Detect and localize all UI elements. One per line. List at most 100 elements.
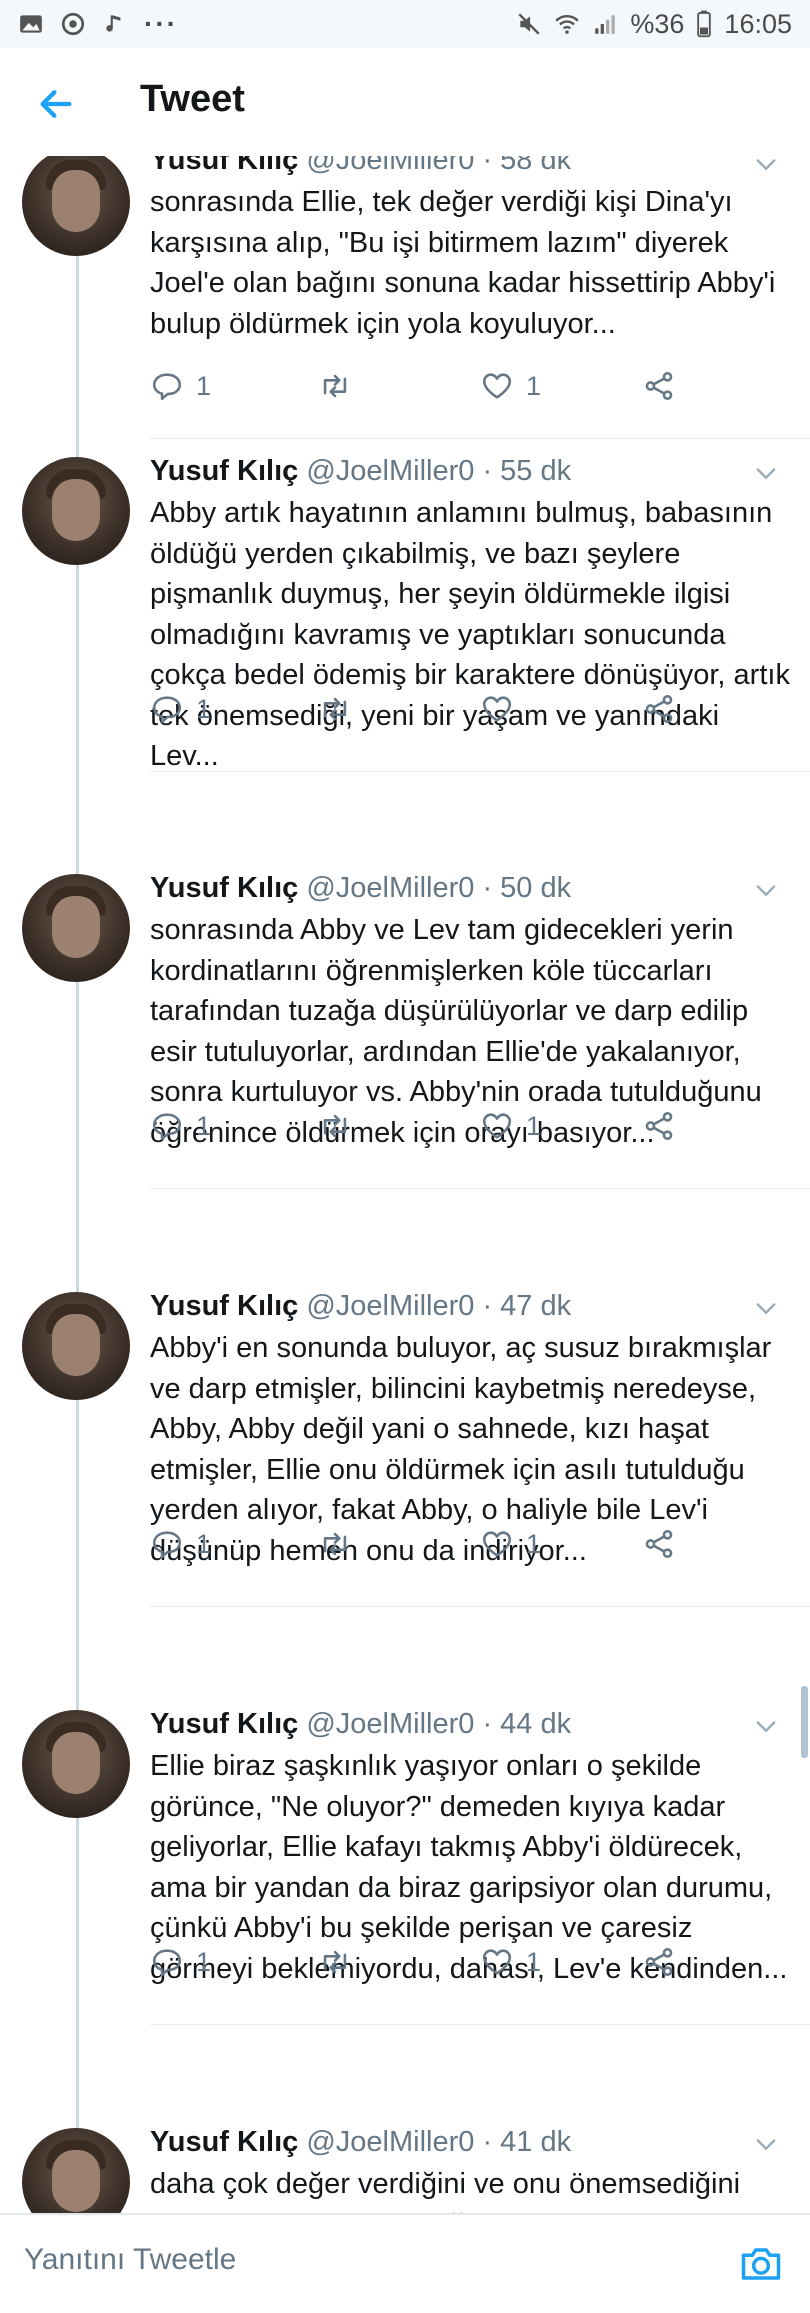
tweet-header: Yusuf Kılıç @JoelMiller0 · 55 dk <box>150 455 571 488</box>
tweet-time: · 41 dk <box>482 2126 572 2158</box>
avatar[interactable] <box>22 1292 130 1400</box>
page-title: Tweet <box>140 78 245 120</box>
retweet-button[interactable] <box>318 1522 364 1566</box>
retweet-button[interactable] <box>318 687 364 731</box>
avatar[interactable] <box>22 156 130 256</box>
clock: 16:05 <box>724 8 792 39</box>
author-handle[interactable]: @JoelMiller0 <box>306 455 474 487</box>
share-icon <box>645 694 673 724</box>
like-button[interactable]: 1 <box>480 364 541 408</box>
tweet-time: · 47 dk <box>482 1290 572 1322</box>
share-icon <box>645 1947 673 1977</box>
avatar[interactable] <box>22 874 130 982</box>
tweet-header: Yusuf Kılıç @JoelMiller0 · 47 dk <box>150 1290 571 1323</box>
author-handle[interactable]: @JoelMiller0 <box>306 2126 474 2158</box>
avatar[interactable] <box>22 457 130 565</box>
share-button[interactable] <box>642 364 676 408</box>
tweet-actions: 1 1 <box>150 1522 710 1566</box>
tweet-divider <box>150 2024 810 2025</box>
share-button[interactable] <box>642 1104 676 1148</box>
chevron-down-icon[interactable] <box>752 1712 780 1740</box>
retweet-icon <box>323 1950 347 1974</box>
like-button[interactable]: 1 <box>480 1940 541 1984</box>
tweet-header: Yusuf Kılıç @JoelMiller0 · 50 dk <box>150 872 571 905</box>
author-name[interactable]: Yusuf Kılıç <box>150 872 298 904</box>
back-arrow-icon[interactable] <box>36 84 76 124</box>
tweet-actions: 1 1 <box>150 1104 710 1148</box>
author-name[interactable]: Yusuf Kılıç <box>150 455 298 487</box>
tweet-header: Yusuf Kılıç @JoelMiller0 · 44 dk <box>150 1708 571 1741</box>
tweet-text: sonrasında Ellie, tek değer verdiği kişi… <box>150 186 776 340</box>
tweet-time: · 55 dk <box>482 455 572 487</box>
heart-icon <box>482 696 512 722</box>
music-note-icon <box>106 15 121 32</box>
author-name[interactable]: Yusuf Kılıç <box>150 156 298 176</box>
author-handle[interactable]: @JoelMiller0 <box>306 156 474 176</box>
heart-icon <box>482 1949 512 1975</box>
status-system: %36 16:05 <box>516 9 792 40</box>
retweet-icon <box>323 697 347 721</box>
reply-bar: Yanıtını Tweetle <box>0 2213 810 2313</box>
retweet-icon <box>323 374 347 398</box>
tweet-header: Yusuf Kılıç @JoelMiller0 · 58 dk <box>150 156 571 177</box>
like-count: 1 <box>526 1528 542 1559</box>
mute-icon <box>518 13 540 35</box>
chevron-down-icon[interactable] <box>752 459 780 487</box>
avatar[interactable] <box>22 2128 130 2213</box>
reply-button[interactable]: 1 <box>150 1940 211 1984</box>
tweet-text: Abby artık hayatının anlamını bulmuş, ba… <box>150 497 790 772</box>
chevron-down-icon[interactable] <box>752 156 780 178</box>
like-button[interactable] <box>480 687 526 731</box>
like-button[interactable]: 1 <box>480 1522 541 1566</box>
tweet-thread[interactable]: Yusuf Kılıç @JoelMiller0 · 58 dk sonrası… <box>0 156 810 2213</box>
reply-button[interactable]: 1 <box>150 687 211 731</box>
tweet-divider <box>150 771 810 772</box>
like-button[interactable]: 1 <box>480 1104 541 1148</box>
reply-icon <box>152 1949 182 1977</box>
chevron-down-icon[interactable] <box>752 2130 780 2158</box>
reply-button[interactable]: 1 <box>150 1522 211 1566</box>
reply-icon <box>152 1113 182 1141</box>
tweet-time: · 58 dk <box>482 156 572 176</box>
share-button[interactable] <box>642 687 676 731</box>
author-handle[interactable]: @JoelMiller0 <box>306 1290 474 1322</box>
author-name[interactable]: Yusuf Kılıç <box>150 1708 298 1740</box>
tweet-time: · 50 dk <box>482 872 572 904</box>
tweet-actions: 1 1 <box>150 364 710 408</box>
heart-icon <box>482 373 512 399</box>
author-handle[interactable]: @JoelMiller0 <box>306 1708 474 1740</box>
retweet-button[interactable] <box>318 1104 364 1148</box>
tweet-divider <box>150 438 810 439</box>
chevron-down-icon[interactable] <box>752 876 780 904</box>
reply-icon <box>152 373 182 401</box>
signal-icon <box>595 15 616 34</box>
share-icon <box>645 1111 673 1141</box>
reply-icon <box>152 696 182 724</box>
heart-icon <box>482 1113 512 1139</box>
app-header: Tweet <box>0 48 810 156</box>
author-handle[interactable]: @JoelMiller0 <box>306 872 474 904</box>
reply-icon <box>152 1531 182 1559</box>
reply-button[interactable]: 1 <box>150 1104 211 1148</box>
retweet-button[interactable] <box>318 1940 364 1984</box>
scrollbar-thumb[interactable] <box>801 1686 808 1758</box>
reply-count: 1 <box>196 370 212 401</box>
retweet-button[interactable] <box>318 364 364 408</box>
tweet-text: daha çok değer verdiğini ve onu önemsedi… <box>150 2168 741 2213</box>
heart-icon <box>482 1531 512 1557</box>
camera-icon[interactable] <box>738 2243 784 2285</box>
status-bar: ··· %36 16:05 <box>0 0 810 48</box>
author-name[interactable]: Yusuf Kılıç <box>150 1290 298 1322</box>
sync-icon <box>61 12 85 36</box>
author-name[interactable]: Yusuf Kılıç <box>150 2126 298 2158</box>
like-count: 1 <box>526 1946 542 1977</box>
share-button[interactable] <box>642 1522 676 1566</box>
reply-button[interactable]: 1 <box>150 364 211 408</box>
reply-input[interactable]: Yanıtını Tweetle <box>24 2243 236 2277</box>
reply-count: 1 <box>196 1110 212 1141</box>
chevron-down-icon[interactable] <box>752 1294 780 1322</box>
avatar[interactable] <box>22 1710 130 1818</box>
share-button[interactable] <box>642 1940 676 1984</box>
like-count: 1 <box>526 370 542 401</box>
battery-percent: %36 <box>630 8 685 39</box>
